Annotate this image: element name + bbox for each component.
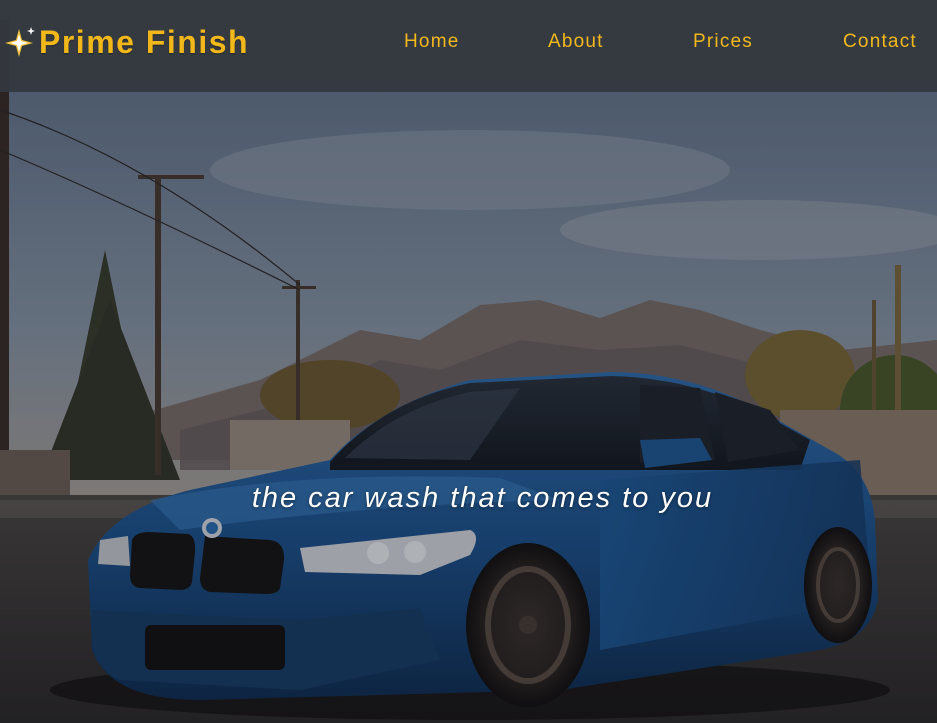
hero-tagline: the car wash that comes to you bbox=[251, 482, 714, 514]
main-navigation: Home About Prices Contact bbox=[0, 28, 937, 56]
nav-link-about[interactable]: About bbox=[548, 28, 604, 56]
nav-link-prices[interactable]: Prices bbox=[693, 28, 753, 56]
nav-link-contact[interactable]: Contact bbox=[843, 28, 917, 56]
nav-link-home[interactable]: Home bbox=[404, 28, 459, 56]
landing-page: Prime Finish Home About Prices Contact t… bbox=[0, 0, 937, 723]
hero-dark-overlay bbox=[0, 0, 937, 723]
site-header: Prime Finish Home About Prices Contact bbox=[0, 0, 937, 92]
